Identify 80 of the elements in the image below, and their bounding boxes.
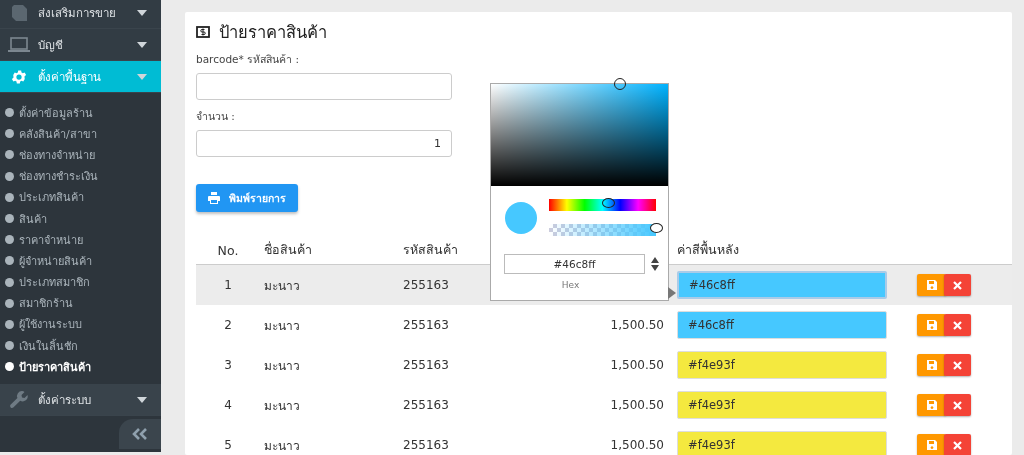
table-cell-text: 1 bbox=[223, 278, 233, 292]
collapse-button[interactable] bbox=[119, 419, 161, 449]
table-cell-text: 3 bbox=[223, 358, 233, 372]
save-button[interactable] bbox=[917, 274, 946, 296]
table-cell-text: 1,500.50 bbox=[609, 398, 665, 412]
close-icon bbox=[953, 280, 962, 290]
caret-icon bbox=[137, 396, 147, 403]
double-chevron-icon bbox=[132, 428, 148, 440]
delete-button[interactable] bbox=[944, 394, 971, 416]
table-cell-text: มะนาว bbox=[263, 397, 301, 415]
table-cell-text: 1,500.50 bbox=[609, 438, 665, 452]
table-cell-text: 255163 bbox=[402, 278, 450, 292]
field-label: จำนวน : bbox=[196, 109, 235, 124]
submenu-item[interactable]: ช่องทางชำระเงิน bbox=[0, 165, 161, 187]
format-label: Hex bbox=[560, 280, 581, 290]
caret-icon bbox=[137, 9, 147, 16]
close-icon bbox=[953, 360, 962, 370]
submenu-item[interactable]: ราคาจำหน่าย bbox=[0, 229, 161, 251]
save-button[interactable] bbox=[917, 434, 946, 455]
page-title: ป้ายราคาสินค้า bbox=[219, 22, 327, 44]
delete-button[interactable] bbox=[944, 274, 971, 296]
slider-thumb[interactable] bbox=[650, 223, 663, 233]
close-icon bbox=[953, 320, 962, 330]
sidebar-menu-item[interactable]: ตั้งค่าระบบ bbox=[0, 384, 161, 417]
spinner-icon[interactable] bbox=[651, 257, 659, 271]
save-button[interactable] bbox=[917, 314, 946, 336]
table-cell-text: 1,500.50 bbox=[609, 358, 665, 372]
table-cell-text: มะนาว bbox=[263, 317, 301, 335]
submenu-item[interactable]: ตั้งค่าข้อมูลร้าน bbox=[0, 102, 161, 124]
table-cell-text: 4 bbox=[223, 398, 233, 412]
delete-button[interactable] bbox=[944, 314, 971, 336]
color-input[interactable]: #f4e93f bbox=[677, 391, 887, 419]
column-header: ชื่อสินค้า bbox=[263, 240, 313, 259]
table-cell-text: มะนาว bbox=[263, 357, 301, 375]
color-input[interactable]: #f4e93f bbox=[677, 351, 887, 379]
table-cell-text: 1,500.50 bbox=[609, 318, 665, 332]
save-button[interactable] bbox=[917, 354, 946, 376]
printer-icon bbox=[208, 192, 220, 204]
input-field[interactable]: 1 bbox=[196, 130, 452, 157]
color-input[interactable]: #46c8ff bbox=[677, 311, 887, 339]
sidebar-menu-item[interactable]: ส่งเสริมการขาย bbox=[0, 0, 161, 29]
column-header: รหัสสินค้า bbox=[402, 241, 459, 259]
table-cell-text: 2 bbox=[223, 318, 233, 332]
laptop-icon bbox=[8, 36, 30, 53]
table-cell-text: 255163 bbox=[402, 318, 450, 332]
save-button[interactable] bbox=[917, 394, 946, 416]
color-input[interactable]: #46c8ff bbox=[677, 271, 887, 299]
pointer-arrow-icon bbox=[668, 287, 676, 299]
column-header: No. bbox=[216, 242, 240, 258]
caret-icon bbox=[137, 41, 147, 48]
submenu-item[interactable]: ประเภทสมาชิก bbox=[0, 271, 161, 293]
field-label: barcode* รหัสสินค้า : bbox=[196, 52, 299, 67]
table-cell-text: 255163 bbox=[402, 358, 450, 372]
submenu-item[interactable]: ผู้จำหน่ายสินค้า bbox=[0, 250, 161, 272]
submenu-item[interactable]: ประเภทสินค้า bbox=[0, 186, 161, 208]
wrench-icon bbox=[9, 389, 29, 410]
close-icon bbox=[953, 440, 962, 450]
sidebar-menu-item[interactable]: บัญชี bbox=[0, 29, 161, 61]
submenu-item[interactable]: เงินในลิ้นชัก bbox=[0, 335, 161, 357]
input-field[interactable] bbox=[196, 73, 452, 100]
submenu-item[interactable]: ผู้ใช้งานระบบ bbox=[0, 313, 161, 336]
table-cell-text: มะนาว bbox=[263, 437, 301, 455]
caret-icon bbox=[137, 73, 147, 80]
table-cell-text: 255163 bbox=[402, 438, 450, 452]
table-cell-text: 5 bbox=[223, 438, 233, 452]
submenu-item[interactable]: สินค้า bbox=[0, 207, 161, 230]
hex-input[interactable]: #46c8ff bbox=[504, 254, 645, 274]
submenu-item[interactable]: ช่องทางจำหน่าย bbox=[0, 144, 161, 166]
color-input[interactable]: #f4e93f bbox=[677, 431, 887, 455]
gear-icon bbox=[10, 67, 28, 86]
table-cell-text: 255163 bbox=[402, 398, 450, 412]
column-header: ค่าสีพื้นหลัง bbox=[676, 240, 740, 259]
submenu-item[interactable]: สมาชิกร้าน bbox=[0, 292, 161, 314]
table-cell-text: มะนาว bbox=[263, 277, 301, 295]
close-icon bbox=[953, 400, 962, 410]
submenu-item[interactable]: ป้ายราคาสินค้า bbox=[0, 356, 161, 378]
print-button[interactable]: พิมพ์รายการ bbox=[196, 184, 298, 212]
delete-button[interactable] bbox=[944, 354, 971, 376]
delete-button[interactable] bbox=[944, 434, 971, 455]
submenu-item[interactable]: คลังสินค้า/สาขา bbox=[0, 123, 161, 145]
